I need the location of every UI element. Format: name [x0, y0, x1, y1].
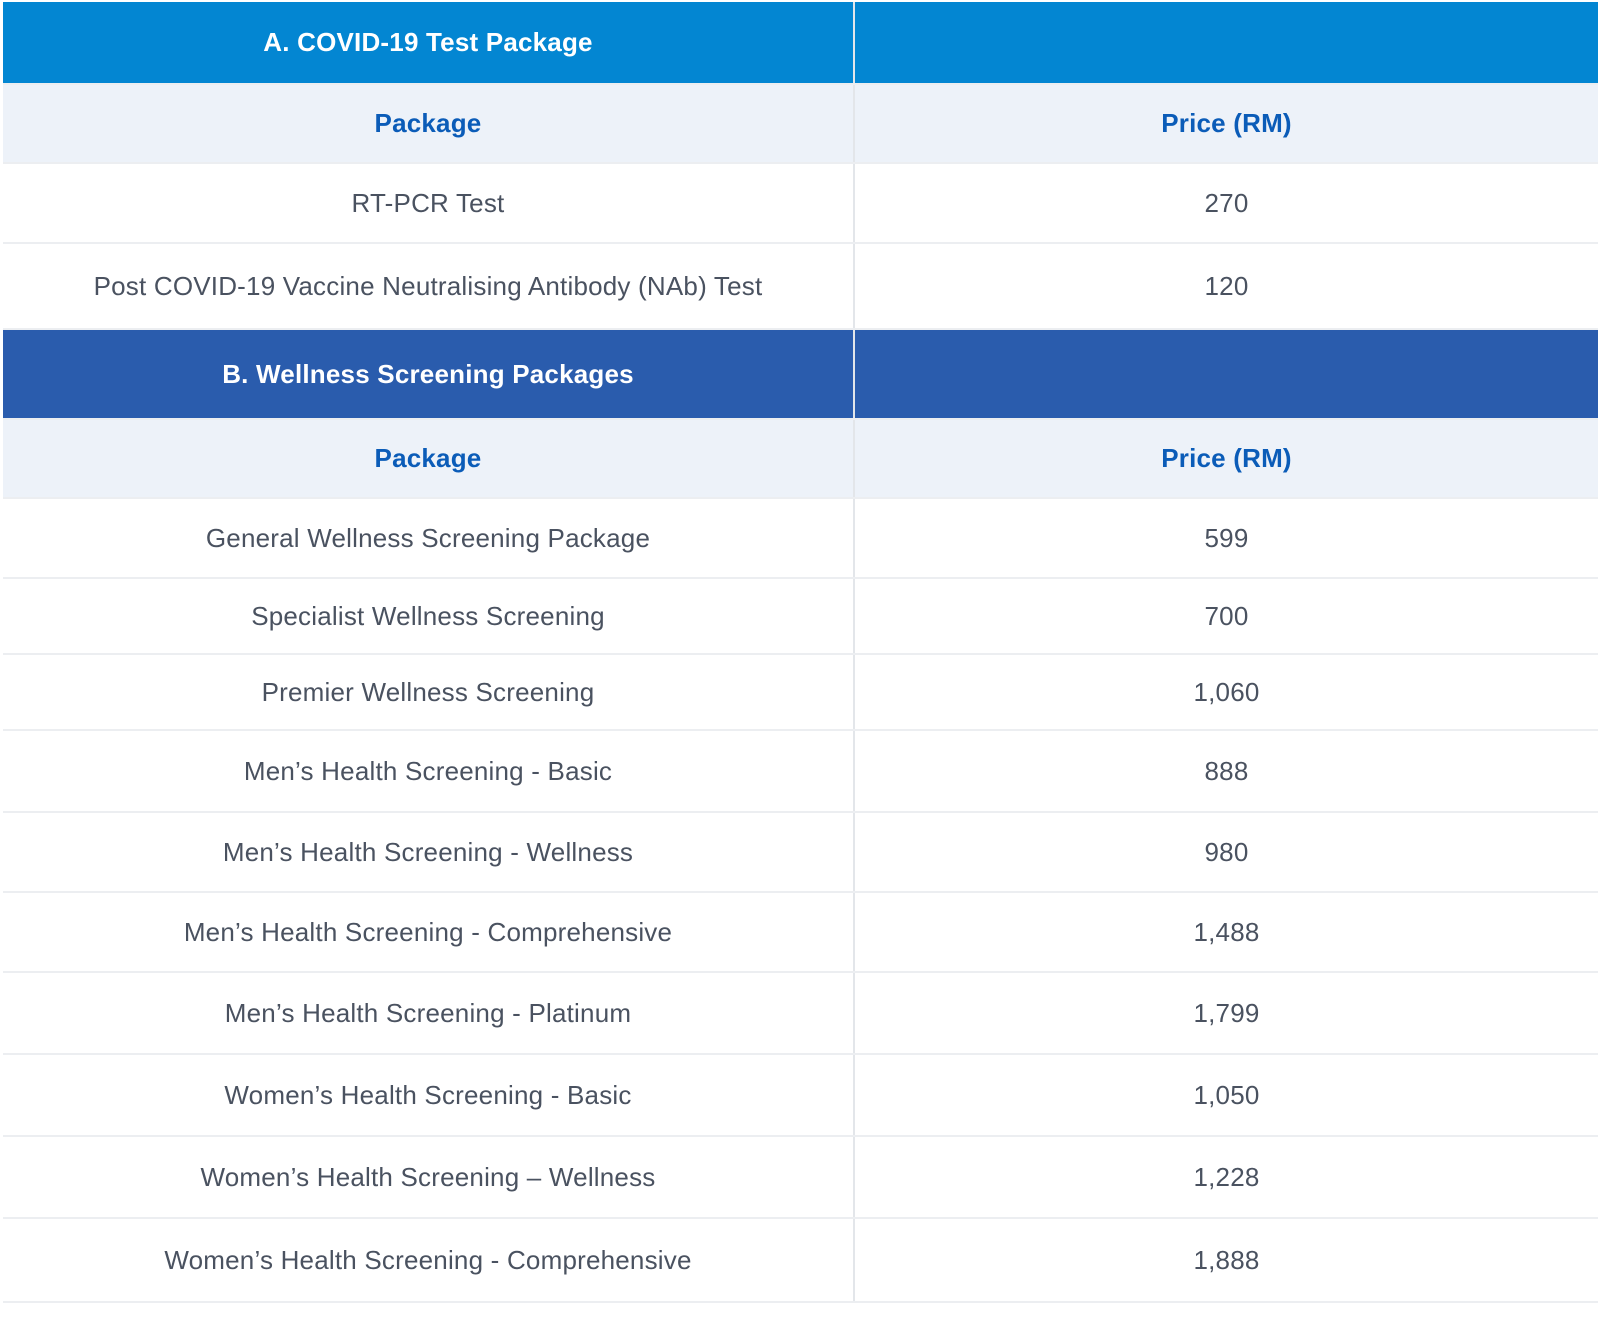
price-cell: 1,888	[854, 1218, 1598, 1303]
price-table: A. COVID-19 Test Package Package Price (…	[3, 2, 1598, 1303]
price-cell: 599	[854, 498, 1598, 579]
price-cell: 1,799	[854, 972, 1598, 1055]
package-name-cell: Specialist Wellness Screening	[3, 578, 855, 655]
section-b-column-header-row: Package Price (RM)	[3, 419, 1598, 499]
section-a-header-row: A. COVID-19 Test Package	[3, 2, 1598, 85]
table-row: Women’s Health Screening - Comprehensive…	[3, 1218, 1598, 1303]
table-row: Women’s Health Screening – Wellness 1,22…	[3, 1136, 1598, 1219]
section-a-package-column-header: Package	[3, 84, 855, 164]
table-row: Men’s Health Screening - Basic 888	[3, 730, 1598, 813]
table-row: Post COVID-19 Vaccine Neutralising Antib…	[3, 243, 1598, 330]
table-row: Premier Wellness Screening 1,060	[3, 654, 1598, 731]
package-name-cell: Premier Wellness Screening	[3, 654, 855, 731]
section-a-title: A. COVID-19 Test Package	[3, 2, 855, 85]
price-cell: 700	[854, 578, 1598, 655]
section-a-price-column-header: Price (RM)	[854, 84, 1598, 164]
package-name-cell: Women’s Health Screening – Wellness	[3, 1136, 855, 1219]
price-cell: 1,488	[854, 892, 1598, 973]
table-row: RT-PCR Test 270	[3, 163, 1598, 244]
price-cell: 980	[854, 812, 1598, 893]
section-a-column-header-row: Package Price (RM)	[3, 84, 1598, 164]
table-row: Men’s Health Screening - Comprehensive 1…	[3, 892, 1598, 973]
package-name-cell: Men’s Health Screening - Platinum	[3, 972, 855, 1055]
table-row: Men’s Health Screening - Platinum 1,799	[3, 972, 1598, 1055]
package-name-cell: RT-PCR Test	[3, 163, 855, 244]
section-b-header-row: B. Wellness Screening Packages	[3, 329, 1598, 420]
table-row: Women’s Health Screening - Basic 1,050	[3, 1054, 1598, 1137]
table-row: Men’s Health Screening - Wellness 980	[3, 812, 1598, 893]
package-name-cell: Men’s Health Screening - Comprehensive	[3, 892, 855, 973]
section-b-price-column-header: Price (RM)	[854, 419, 1598, 499]
package-name-cell: Women’s Health Screening - Basic	[3, 1054, 855, 1137]
price-cell: 120	[854, 243, 1598, 330]
section-b-package-column-header: Package	[3, 419, 855, 499]
table-row: Specialist Wellness Screening 700	[3, 578, 1598, 655]
price-cell: 888	[854, 730, 1598, 813]
package-name-cell: Post COVID-19 Vaccine Neutralising Antib…	[3, 243, 855, 330]
price-cell: 1,050	[854, 1054, 1598, 1137]
package-name-cell: Women’s Health Screening - Comprehensive	[3, 1218, 855, 1303]
table-row: General Wellness Screening Package 599	[3, 498, 1598, 579]
price-cell: 270	[854, 163, 1598, 244]
package-name-cell: Men’s Health Screening - Basic	[3, 730, 855, 813]
section-b-title: B. Wellness Screening Packages	[3, 329, 855, 420]
package-name-cell: Men’s Health Screening - Wellness	[3, 812, 855, 893]
package-name-cell: General Wellness Screening Package	[3, 498, 855, 579]
price-cell: 1,060	[854, 654, 1598, 731]
price-cell: 1,228	[854, 1136, 1598, 1219]
section-a-title-blank	[854, 2, 1598, 85]
section-b-title-blank	[854, 329, 1598, 420]
